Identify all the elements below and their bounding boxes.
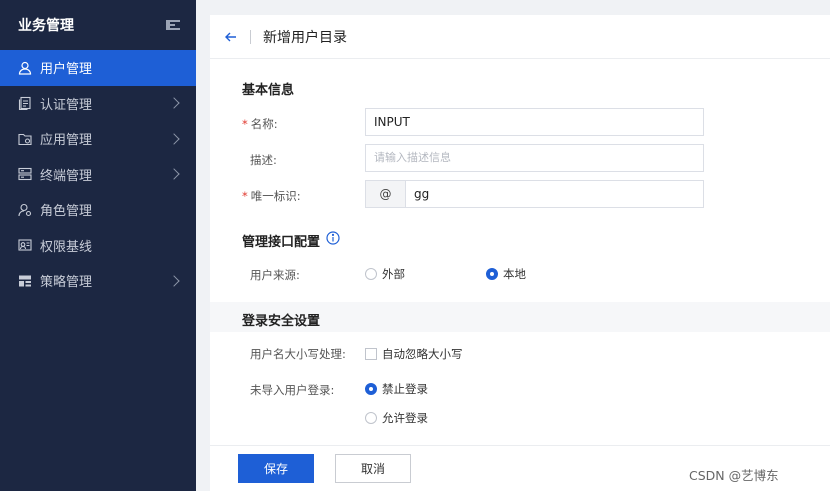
chevron-right-icon	[168, 97, 180, 109]
watermark: CSDN @艺博东	[689, 468, 779, 483]
user-icon	[18, 61, 32, 75]
checkbox-box	[365, 348, 377, 360]
sidebar-item-app-management[interactable]: 应用管理	[0, 121, 196, 157]
description-input[interactable]: 请输入描述信息	[365, 144, 704, 172]
radio-circle	[365, 412, 377, 424]
unique-id-label-text: 唯一标识:	[250, 189, 301, 203]
sidebar-item-label: 应用管理	[40, 133, 93, 149]
sidebar-item-policy-management[interactable]: 策略管理	[0, 263, 196, 299]
sidebar-item-label: 终端管理	[40, 168, 93, 184]
section-title-security: 登录安全设置	[242, 314, 321, 329]
chevron-right-icon	[168, 168, 180, 180]
sidebar-item-label: 权限基线	[40, 239, 93, 255]
user-source-label: 用户来源:	[250, 268, 300, 282]
sidebar-item-user-management[interactable]: 用户管理	[0, 50, 196, 86]
radio-label: 本地	[503, 267, 526, 281]
info-icon[interactable]	[326, 231, 340, 245]
description-label: 描述:	[250, 153, 277, 167]
main-panel: 新增用户目录 基本信息 * 名称: INPUT 描述: 请输入描述信息 * 唯一标识…	[210, 15, 830, 491]
unique-id-label: * 唯一标识:	[242, 188, 301, 204]
section-title-interface: 管理接口配置	[242, 235, 321, 250]
sidebar-item-role-management[interactable]: 角色管理	[0, 192, 196, 228]
required-mark: *	[242, 189, 248, 203]
radio-circle-checked	[365, 383, 377, 395]
radio-circle-checked	[486, 268, 498, 280]
sidebar-item-label: 用户管理	[40, 62, 93, 78]
radio-label: 禁止登录	[382, 382, 428, 396]
back-arrow-icon[interactable]	[224, 30, 238, 44]
app-folder-icon	[18, 132, 32, 146]
chevron-right-icon	[168, 275, 180, 287]
page-title: 新增用户目录	[263, 29, 347, 46]
sidebar: 业务管理 用户管理 认证管理 应用管理 终端管理 角色管理 权限基线 策略管理	[0, 0, 196, 491]
sidebar-item-permission-baseline[interactable]: 权限基线	[0, 228, 196, 264]
radio-login-allow[interactable]: 允许登录	[365, 410, 428, 426]
radio-source-local[interactable]: 本地	[486, 266, 526, 282]
radio-label: 外部	[382, 267, 405, 281]
radio-label: 允许登录	[382, 411, 428, 425]
case-handling-label: 用户名大小写处理:	[250, 347, 346, 361]
radio-source-external[interactable]: 外部	[365, 266, 405, 282]
page-header: 新增用户目录	[210, 15, 830, 59]
unimported-login-label: 未导入用户登录:	[250, 383, 335, 397]
sidebar-item-label: 角色管理	[40, 204, 93, 220]
section-title-basic: 基本信息	[242, 83, 295, 98]
unique-id-input[interactable]: gg	[406, 181, 703, 207]
sidebar-item-label: 认证管理	[40, 97, 93, 113]
sidebar-item-label: 策略管理	[40, 275, 93, 291]
collapse-menu-icon[interactable]	[166, 19, 180, 31]
header-divider	[250, 29, 251, 44]
policy-icon	[18, 274, 32, 288]
chevron-right-icon	[168, 133, 180, 145]
ignore-case-checkbox[interactable]: 自动忽略大小写	[365, 346, 463, 362]
terminal-icon	[18, 167, 32, 181]
sidebar-header: 业务管理	[0, 0, 196, 50]
permission-icon	[18, 238, 32, 252]
sidebar-item-terminal-management[interactable]: 终端管理	[0, 157, 196, 193]
sidebar-title: 业务管理	[18, 18, 74, 34]
radio-circle	[365, 268, 377, 280]
cancel-button[interactable]: 取消	[335, 454, 411, 483]
role-icon	[18, 203, 32, 217]
name-label-text: 名称:	[250, 117, 278, 131]
checkbox-label: 自动忽略大小写	[382, 347, 463, 361]
sidebar-item-auth-management[interactable]: 认证管理	[0, 86, 196, 122]
sidebar-menu: 用户管理 认证管理 应用管理 终端管理 角色管理 权限基线 策略管理	[0, 50, 196, 299]
name-input[interactable]: INPUT	[365, 108, 704, 136]
name-label: * 名称:	[242, 116, 278, 132]
unique-id-prefix: @	[366, 181, 406, 207]
unique-id-field[interactable]: @ gg	[365, 180, 704, 208]
radio-login-forbid[interactable]: 禁止登录	[365, 381, 428, 397]
document-icon	[18, 96, 32, 111]
save-button[interactable]: 保存	[238, 454, 314, 483]
required-mark: *	[242, 117, 248, 131]
